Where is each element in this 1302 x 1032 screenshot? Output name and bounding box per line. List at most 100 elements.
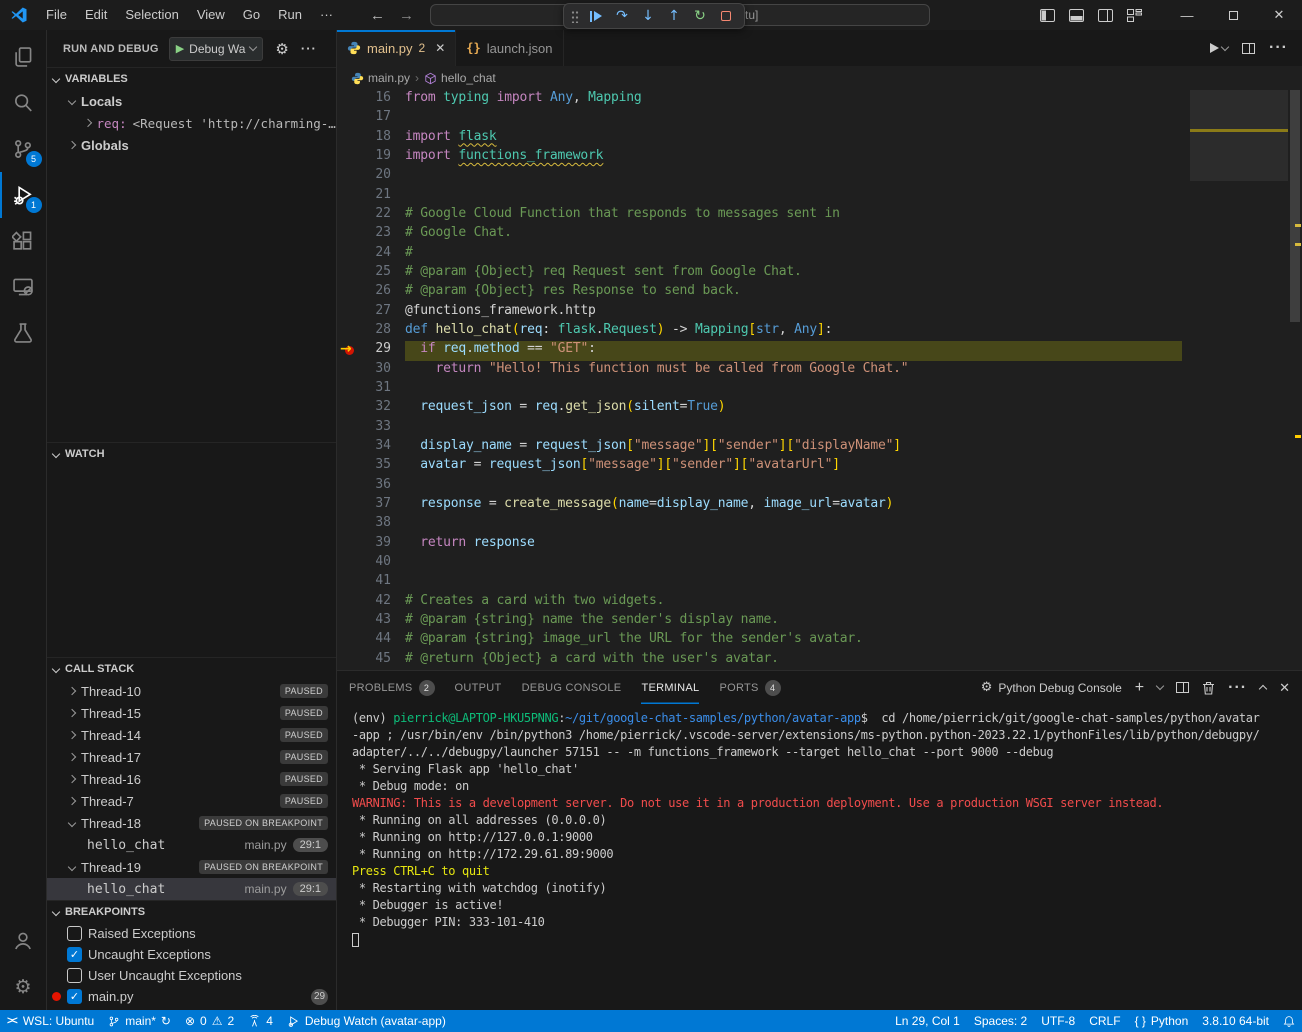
maximize-panel-icon[interactable] (1259, 685, 1267, 693)
sidebar-item-remote-explorer[interactable] (0, 264, 47, 310)
status-remote[interactable]: ><WSL: Ubuntu (0, 1010, 101, 1032)
line-number[interactable]: 38 (337, 515, 405, 534)
kill-terminal-trash-icon[interactable] (1202, 681, 1215, 695)
menu-more[interactable]: ··· (311, 0, 342, 30)
code-line[interactable]: # Google Cloud Function that responds to… (405, 206, 1182, 225)
toggle-secondary-sidebar-icon[interactable] (1098, 9, 1113, 22)
line-number[interactable]: 35 (337, 457, 405, 476)
continue-button[interactable] (585, 5, 607, 27)
status-encoding[interactable]: UTF-8 (1034, 1010, 1082, 1032)
sidebar-item-testing[interactable] (0, 310, 47, 356)
breakpoint-item[interactable]: ✓main.py29 (47, 986, 336, 1007)
menu-selection[interactable]: Selection (116, 0, 187, 30)
stack-frame[interactable]: hello_chatmain.py29:1 (47, 834, 336, 856)
variables-header[interactable]: VARIABLES (47, 68, 336, 90)
editor-scrollbar[interactable] (1288, 90, 1302, 670)
editor-more-actions-icon[interactable]: ··· (1269, 39, 1288, 57)
start-debug-icon[interactable]: ▶ (176, 42, 184, 55)
terminal-profile-select[interactable]: ⚙ Python Debug Console (981, 680, 1122, 695)
minimap-slider[interactable] (1190, 90, 1288, 181)
sidebar-item-explorer[interactable] (0, 34, 47, 80)
toggle-panel-icon[interactable] (1069, 9, 1084, 22)
launch-config-select[interactable]: ▶ Debug Wa (169, 37, 264, 61)
line-number[interactable]: 44 (337, 631, 405, 650)
line-number[interactable]: 20 (337, 167, 405, 186)
sidebar-item-run-and-debug[interactable]: 1 (0, 172, 47, 218)
tab-main.py[interactable]: main.py2✕ (337, 30, 456, 66)
line-number[interactable]: 40 (337, 554, 405, 573)
customize-layout-icon[interactable] (1127, 9, 1142, 22)
call-stack-thread[interactable]: Thread-15PAUSED (47, 702, 336, 724)
chevron-down-icon[interactable] (1156, 682, 1164, 690)
status-language[interactable]: { }Python (1128, 1010, 1196, 1032)
minimize-button[interactable]: — (1164, 0, 1210, 30)
menu-view[interactable]: View (188, 0, 234, 30)
line-number[interactable]: 17 (337, 109, 405, 128)
line-number[interactable]: 42 (337, 593, 405, 612)
line-number[interactable]: 28 (337, 322, 405, 341)
code-line[interactable]: display_name = request_json["message"]["… (405, 438, 1182, 457)
line-number[interactable]: 22 (337, 206, 405, 225)
status-debug[interactable]: Debug Watch (avatar-app) (280, 1010, 453, 1032)
split-editor-icon[interactable] (1242, 43, 1255, 54)
breakpoint-item[interactable]: Raised Exceptions (47, 923, 336, 944)
code-line[interactable]: avatar = request_json["message"]["sender… (405, 457, 1182, 476)
panel-more-actions-icon[interactable]: ··· (1228, 679, 1247, 697)
terminal-output[interactable]: (env) pierrick@LAPTOP-HKU5PNNG:~/git/goo… (337, 704, 1302, 1010)
code-line[interactable] (405, 477, 1182, 496)
menu-file[interactable]: File (37, 0, 76, 30)
close-button[interactable]: ✕ (1256, 0, 1302, 30)
step-into-button[interactable]: ↓ (637, 5, 659, 27)
menu-edit[interactable]: Edit (76, 0, 116, 30)
code-line[interactable] (405, 380, 1182, 399)
line-number[interactable]: 33 (337, 419, 405, 438)
breakpoint-checkbox[interactable] (67, 968, 82, 983)
code-line[interactable]: # @param {string} name the sender's disp… (405, 612, 1182, 631)
breakpoint-item[interactable]: ✓Uncaught Exceptions (47, 944, 336, 965)
breakpoints-header[interactable]: BREAKPOINTS (47, 901, 336, 923)
status-ports[interactable]: 4 (241, 1010, 280, 1032)
code-line[interactable]: # @param {Object} req Request sent from … (405, 264, 1182, 283)
line-number[interactable]: 21 (337, 187, 405, 206)
sidebar-item-source-control[interactable]: 5 (0, 126, 47, 172)
variable-req[interactable]: req: <Request 'http://charming-tro… (47, 112, 336, 134)
account-button[interactable] (0, 918, 47, 964)
breadcrumb-file[interactable]: main.py (351, 71, 410, 85)
toggle-sidebar-icon[interactable] (1040, 9, 1055, 22)
maximize-button[interactable] (1210, 0, 1256, 30)
status-problems[interactable]: ⊗0⚠2 (178, 1010, 241, 1032)
breakpoint-item[interactable]: User Uncaught Exceptions (47, 965, 336, 986)
code-line[interactable]: # @return {Object} a card with the user'… (405, 651, 1182, 670)
line-number[interactable]: 23 (337, 225, 405, 244)
panel-tab-output[interactable]: OUTPUT (455, 671, 502, 704)
code-line[interactable]: # @param {Object} res Response to send b… (405, 283, 1182, 302)
line-number[interactable]: 43 (337, 612, 405, 631)
line-number[interactable]: 16 (337, 90, 405, 109)
line-number[interactable]: 32 (337, 399, 405, 418)
close-panel-icon[interactable]: ✕ (1279, 680, 1290, 696)
new-terminal-icon[interactable]: + (1135, 679, 1144, 697)
menu-run[interactable]: Run (269, 0, 311, 30)
panel-tab-ports[interactable]: PORTS4 (719, 671, 780, 704)
stack-frame[interactable]: hello_chatmain.py29:1 (47, 878, 336, 900)
status-eol[interactable]: CRLF (1082, 1010, 1127, 1032)
more-actions-icon[interactable]: ··· (301, 41, 317, 56)
watch-header[interactable]: WATCH (47, 443, 336, 465)
line-number[interactable]: 39 (337, 535, 405, 554)
forward-icon[interactable]: → (399, 7, 414, 24)
code-line[interactable]: import flask (405, 129, 1182, 148)
code-line[interactable]: if req.method == "GET": (405, 341, 1182, 360)
call-stack-thread[interactable]: Thread-19PAUSED ON BREAKPOINT (47, 856, 336, 878)
settings-button[interactable]: ⚙ (0, 964, 47, 1010)
code-line[interactable]: def hello_chat(req: flask.Request) -> Ma… (405, 322, 1182, 341)
variables-group-globals[interactable]: Globals (47, 134, 336, 156)
breakpoint-checkbox[interactable]: ✓ (67, 947, 82, 962)
line-number[interactable]: 34 (337, 438, 405, 457)
minimap[interactable] (1190, 90, 1288, 670)
call-stack-thread[interactable]: Thread-14PAUSED (47, 724, 336, 746)
line-number[interactable]: 19 (337, 148, 405, 167)
panel-tab-terminal[interactable]: TERMINAL (641, 671, 699, 704)
line-number[interactable]: 41 (337, 573, 405, 592)
code-line[interactable] (405, 167, 1182, 186)
code-line[interactable]: @functions_framework.http (405, 303, 1182, 322)
